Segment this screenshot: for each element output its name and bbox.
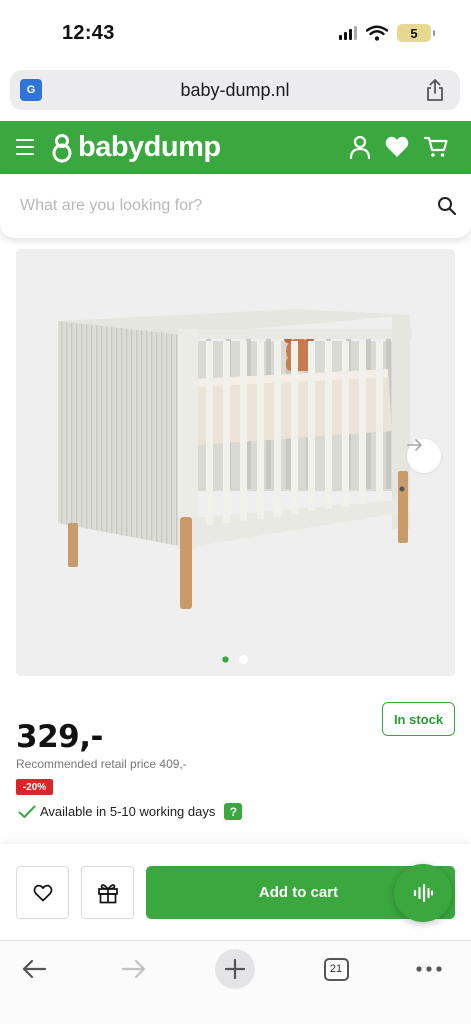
voice-assistant-icon [413,883,434,903]
browser-toolbar: 21 [0,940,471,1024]
next-image-button[interactable] [407,439,441,473]
product-action-bar: Add to cart [0,844,471,940]
battery-level: 5 [410,25,418,41]
account-icon[interactable] [347,134,373,160]
logo-text: babydump [78,131,221,163]
cart-icon[interactable] [423,134,449,160]
tabs-icon: 21 [323,957,349,981]
stock-status-badge: In stock [382,702,455,736]
pagination-dot[interactable] [222,656,229,663]
url-text[interactable]: baby-dump.nl [10,80,460,101]
search-input[interactable] [20,192,420,220]
product-image-crib [58,309,412,609]
back-arrow-icon [22,959,47,979]
availability-text: Available in 5-10 working days [40,804,216,819]
address-bar[interactable]: G baby-dump.nl [10,70,460,110]
discount-badge: -20% [16,779,53,795]
search-bar [0,174,471,238]
recommended-retail-price: Recommended retail price 409,- [16,757,187,771]
gift-button[interactable] [81,866,134,919]
wifi-icon [366,25,388,41]
pacifier-logo-icon [52,133,72,162]
new-tab-plus-icon [225,959,245,979]
wishlist-heart-icon [33,884,52,901]
signal-icon [339,26,357,40]
delivery-availability: Available in 5-10 working days ? [18,803,243,820]
add-to-wishlist-button[interactable] [16,866,69,919]
back-button[interactable] [14,949,54,989]
share-icon[interactable] [424,78,446,102]
hamburger-menu-icon[interactable] [16,139,34,155]
pagination-dot[interactable] [239,655,248,664]
new-tab-button[interactable] [215,949,255,989]
battery-icon: 5 [397,24,435,42]
arrow-right-icon [407,439,422,451]
status-icons: 5 [339,24,435,42]
checkmark-icon [18,805,36,818]
product-price: 329,- [16,719,103,755]
site-logo[interactable]: babydump [50,131,221,164]
tabs-button[interactable]: 21 [316,949,356,989]
gallery-pagination [221,655,248,664]
product-image-gallery[interactable] [16,249,455,676]
more-button[interactable] [409,949,449,989]
wishlist-heart-icon[interactable] [384,134,410,160]
forward-button[interactable] [114,949,154,989]
availability-help-button[interactable]: ? [224,803,243,820]
search-icon[interactable] [437,196,457,216]
forward-arrow-icon [121,959,146,979]
site-header: babydump [0,121,471,174]
status-time: 12:43 [62,22,115,44]
gift-icon [97,883,118,903]
status-bar: 12:43 5 [0,0,471,66]
voice-assistant-button[interactable] [394,864,452,922]
more-dots-icon [416,966,442,972]
